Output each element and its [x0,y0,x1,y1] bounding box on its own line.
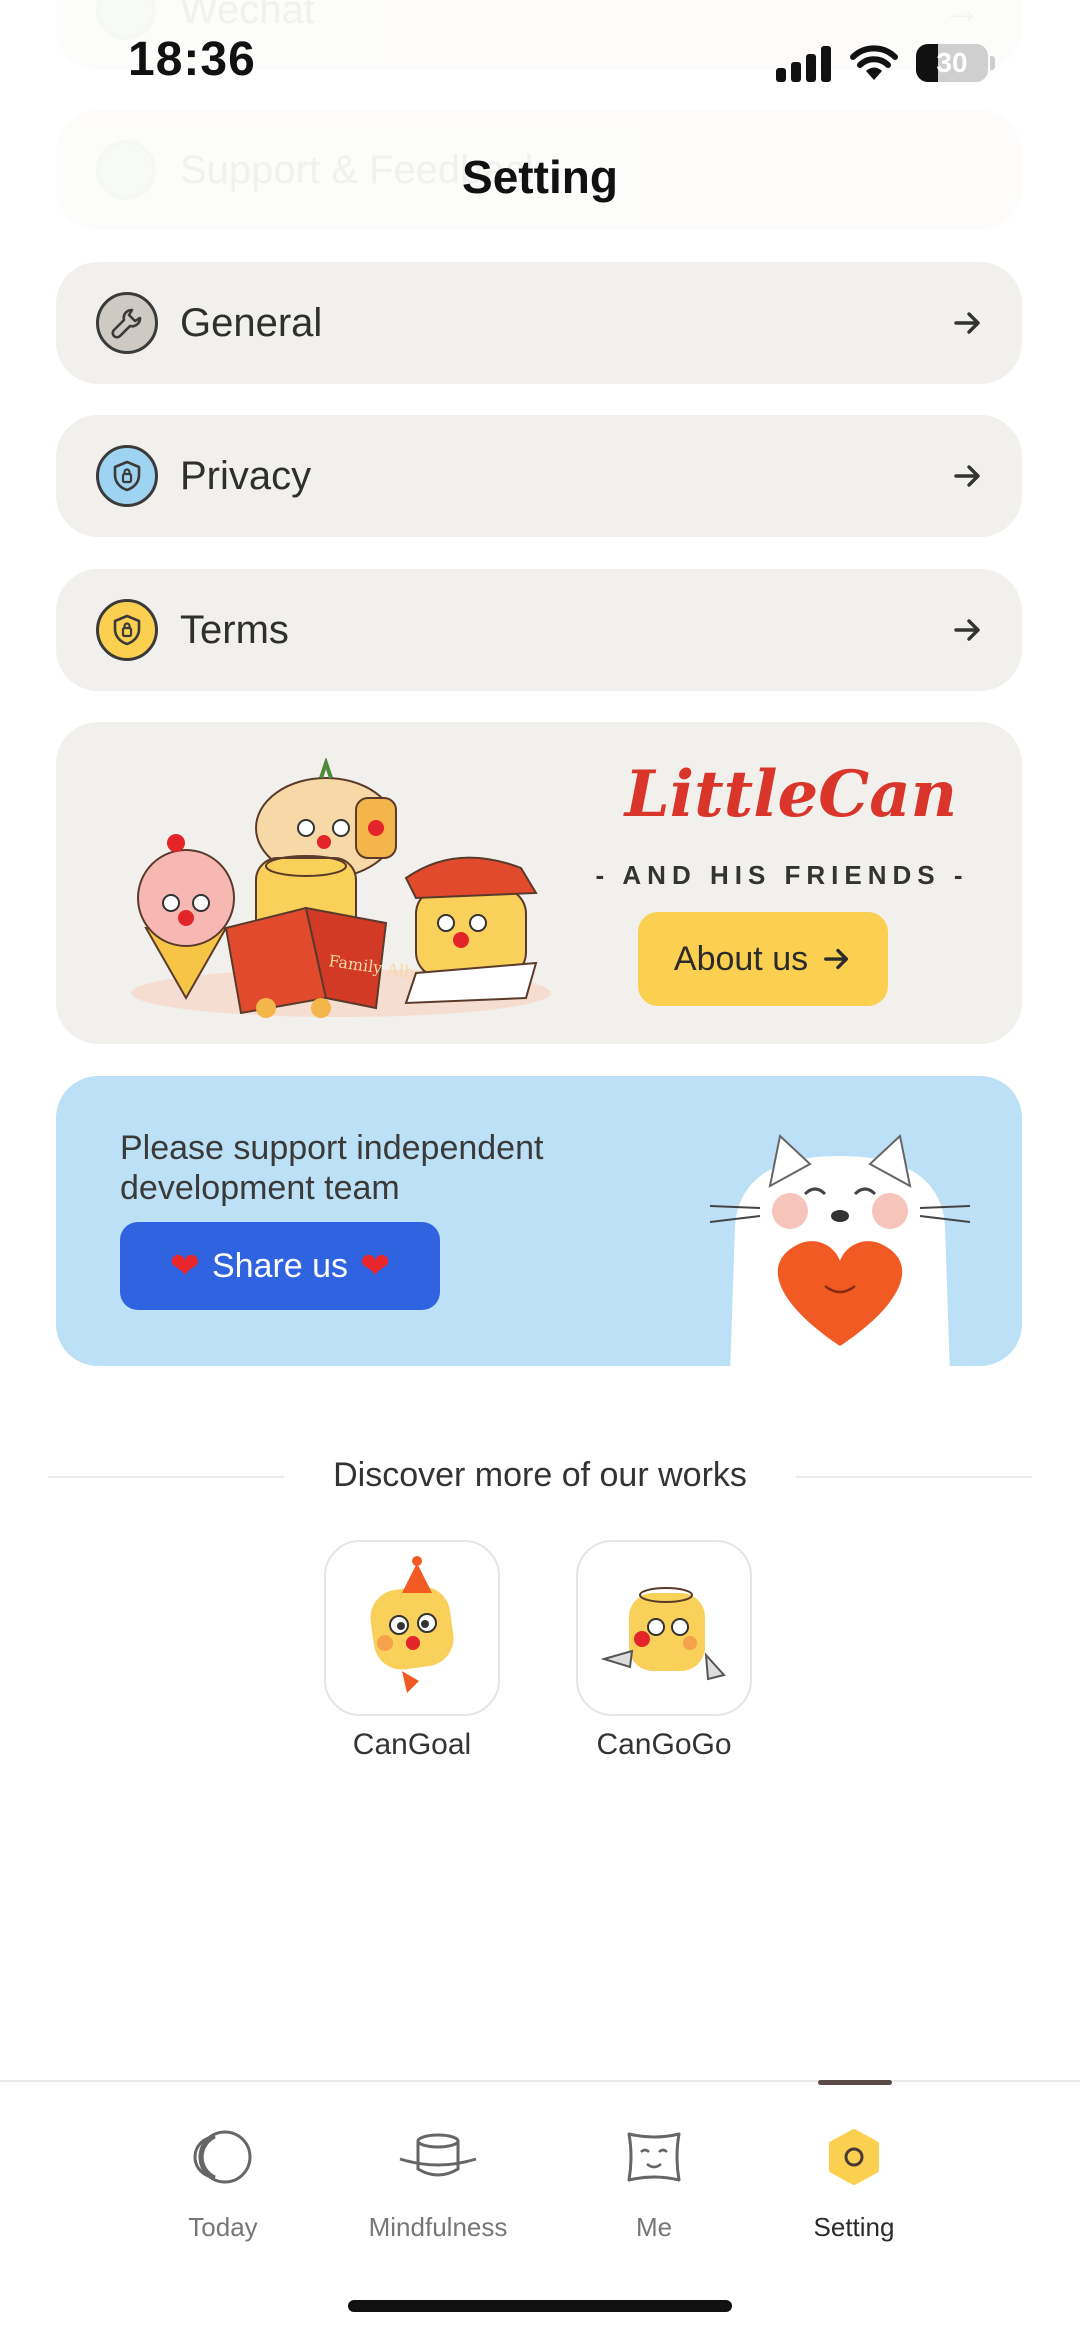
arrow-right-icon [824,948,849,970]
app-card-cangoal[interactable]: CanGoal [324,1540,500,1762]
app-name: CanGoal [352,1728,472,1761]
wrench-icon [96,292,158,354]
settings-row-terms[interactable]: Terms [56,569,1022,691]
tab-label: Me [635,2212,673,2242]
arrow-right-icon [954,465,980,487]
heart-icon: ❤ [169,1245,200,1286]
wifi-icon [850,45,898,80]
shield-lock-icon [96,445,158,507]
tab-setting[interactable]: Setting [764,2120,944,2243]
settings-row-privacy[interactable]: Privacy [56,415,1022,537]
app-name: CanGoGo [596,1728,732,1761]
about-us-label: About us [673,939,809,978]
bottom-tab-bar: Today Mindfulness Me Setting [0,2080,1080,2337]
discover-section-header: Discover more of our works [0,1452,1080,1502]
about-us-button[interactable]: About us [638,912,888,1006]
battery-percent: 30 [936,47,968,78]
littlecan-friends-illustration: Family Album [131,758,551,1018]
divider [796,1476,1032,1478]
cangoal-app-icon[interactable] [324,1540,500,1716]
setting-screen: Wechat → Support & Feedback 18:36 30 Set… [0,0,1080,2337]
active-tab-indicator [818,2080,892,2085]
arrow-right-icon [954,312,980,334]
tab-mindfulness[interactable]: Mindfulness [348,2120,528,2243]
settings-row-label: Terms [180,607,289,652]
brand-subtitle: - AND HIS FRIENDS - [595,860,969,890]
settings-row-label: Privacy [180,453,312,498]
home-indicator [348,2300,732,2312]
moon-circle-icon [193,2130,252,2184]
tab-label: Today [188,2212,258,2242]
settings-row-general[interactable]: General [56,262,1022,384]
tab-today[interactable]: Today [133,2120,313,2243]
share-us-label: Share us [211,1246,349,1285]
page-title: Setting [462,151,618,203]
tab-label: Setting [813,2212,895,2242]
cat-holding-heart-illustration [710,1134,970,1366]
pot-icon [399,2133,477,2177]
littlecan-logo: LittleCan [623,757,957,832]
tab-label: Mindfulness [368,2212,508,2242]
share-banner: Please support independent development t… [56,1076,1022,1366]
littlecan-banner[interactable]: Family Album LittleCan - AND HIS FRIENDS… [56,722,1022,1044]
settings-row-label: General [180,300,323,345]
logo-text: LittleCan [623,757,957,832]
app-card-cangogo[interactable]: CanGoGo [576,1540,752,1762]
heart-icon: ❤ [360,1245,391,1286]
hexagon-icon [829,2129,879,2185]
shield-lock-icon [96,599,158,661]
status-time: 18:36 [128,33,256,86]
face-box-icon [627,2132,681,2182]
tab-me[interactable]: Me [564,2120,744,2243]
cellular-signal-icon [776,46,834,82]
battery-icon: 30 [916,44,988,82]
cangogo-app-icon[interactable] [576,1540,752,1716]
status-bar: 18:36 30 [0,0,1080,130]
arrow-right-icon [954,619,980,641]
share-message: Please support independent development t… [120,1129,544,1207]
share-us-button[interactable]: ❤ Share us ❤ [120,1222,440,1310]
